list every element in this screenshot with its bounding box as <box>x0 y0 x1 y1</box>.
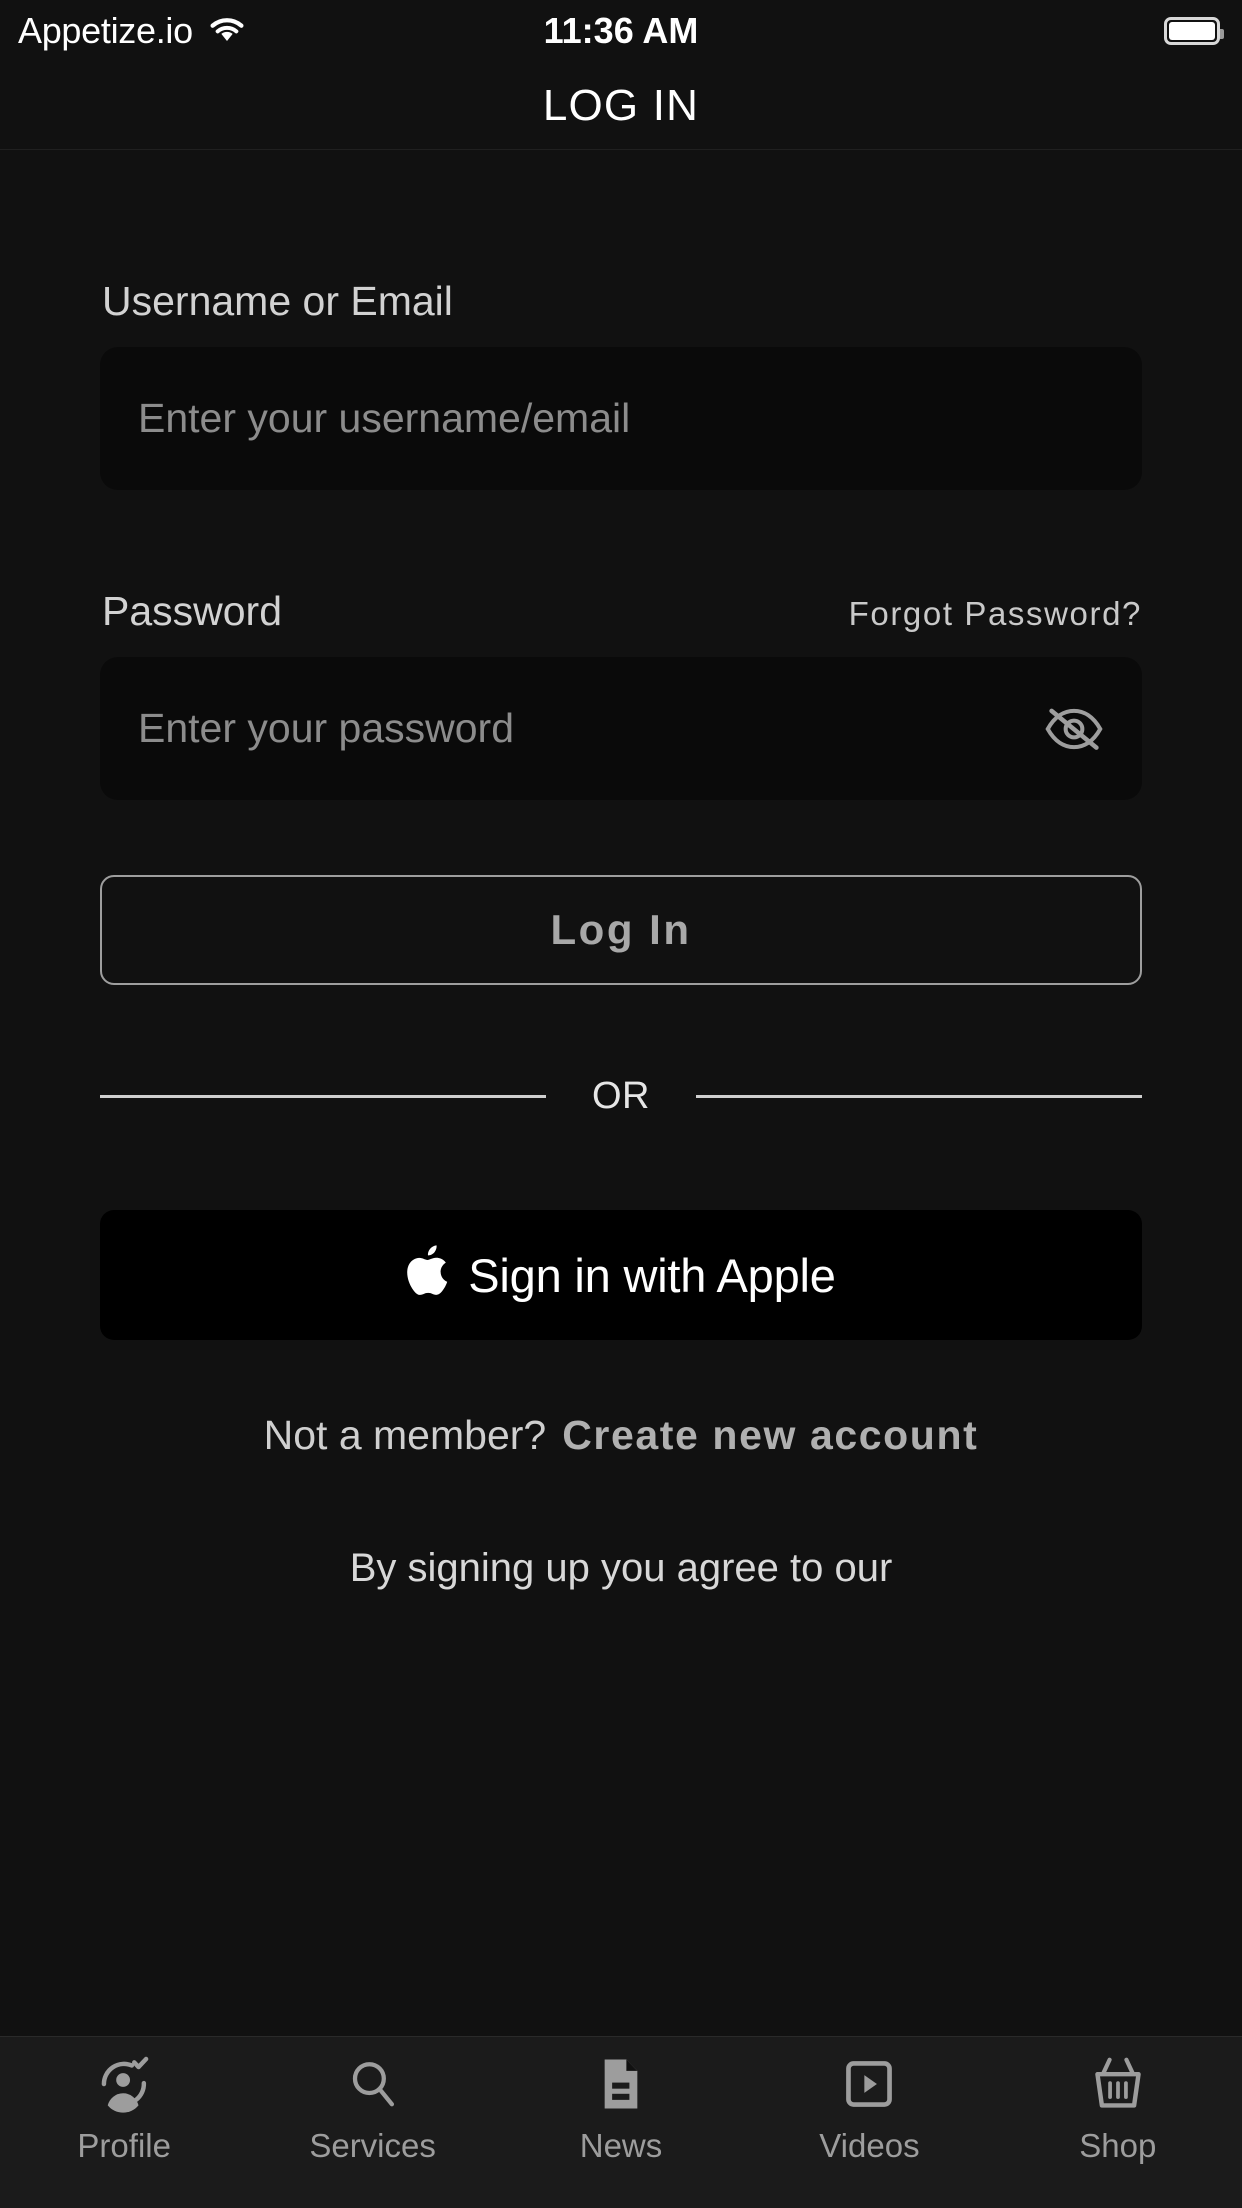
username-label: Username or Email <box>102 278 453 324</box>
password-field-group: Password Forgot Password? Enter your pas… <box>100 588 1142 800</box>
page-title: LOG IN <box>542 80 700 130</box>
login-form: Username or Email Enter your username/em… <box>0 150 1242 2036</box>
password-input-placeholder: Enter your password <box>138 705 515 751</box>
tab-services-label: Services <box>309 2127 436 2164</box>
bottom-tab-bar: Profile Services News Videos Shop <box>0 2036 1242 2208</box>
forgot-password-link[interactable]: Forgot Password? <box>849 595 1142 633</box>
tab-profile[interactable]: Profile <box>0 2055 248 2165</box>
password-input[interactable]: Enter your password <box>100 657 1142 800</box>
username-label-row: Username or Email <box>100 278 1142 325</box>
username-field-group: Username or Email Enter your username/em… <box>100 278 1142 490</box>
signup-row: Not a member? Create new account <box>100 1412 1142 1459</box>
login-button-label: Log In <box>550 906 692 953</box>
document-icon <box>595 2055 647 2113</box>
status-bar-left: Appetize.io <box>18 10 247 52</box>
password-label-row: Password Forgot Password? <box>100 588 1142 635</box>
apple-logo-icon <box>406 1244 448 1300</box>
status-bar: Appetize.io 11:36 AM <box>0 0 1242 62</box>
signup-question-label: Not a member? <box>263 1412 547 1458</box>
login-screen: Appetize.io 11:36 AM LOG IN Username or … <box>0 0 1242 2208</box>
sign-in-with-apple-label: Sign in with Apple <box>468 1248 836 1302</box>
login-button[interactable]: Log In <box>100 875 1142 985</box>
search-icon <box>346 2055 400 2113</box>
tab-services[interactable]: Services <box>248 2055 496 2165</box>
tab-profile-label: Profile <box>77 2127 171 2164</box>
wifi-icon <box>207 14 247 49</box>
eye-off-icon[interactable] <box>1038 693 1110 765</box>
or-divider: OR <box>100 1075 1142 1118</box>
video-play-icon <box>841 2055 897 2113</box>
tab-news-label: News <box>579 2127 663 2164</box>
tab-shop[interactable]: Shop <box>994 2055 1242 2165</box>
divider-line-left <box>100 1095 546 1098</box>
username-input-placeholder: Enter your username/email <box>138 395 631 441</box>
create-new-account-link[interactable]: Create new account <box>562 1412 978 1459</box>
navigation-bar: LOG IN <box>0 62 1242 150</box>
battery-icon <box>1164 17 1224 45</box>
password-label: Password <box>102 588 283 634</box>
user-check-icon <box>95 2055 153 2113</box>
battery-fill <box>1169 22 1215 40</box>
tab-shop-label: Shop <box>1079 2127 1157 2164</box>
shopping-basket-icon <box>1091 2055 1145 2113</box>
tab-news[interactable]: News <box>497 2055 745 2165</box>
username-input[interactable]: Enter your username/email <box>100 347 1142 490</box>
sign-in-with-apple-button[interactable]: Sign in with Apple <box>100 1210 1142 1340</box>
carrier-label: Appetize.io <box>18 10 193 51</box>
status-bar-right <box>1164 17 1224 45</box>
divider-line-right <box>696 1095 1142 1098</box>
tab-videos-label: Videos <box>819 2127 920 2164</box>
terms-text: By signing up you agree to our <box>349 1546 893 1590</box>
tab-videos[interactable]: Videos <box>745 2055 993 2165</box>
divider-label: OR <box>592 1075 650 1117</box>
